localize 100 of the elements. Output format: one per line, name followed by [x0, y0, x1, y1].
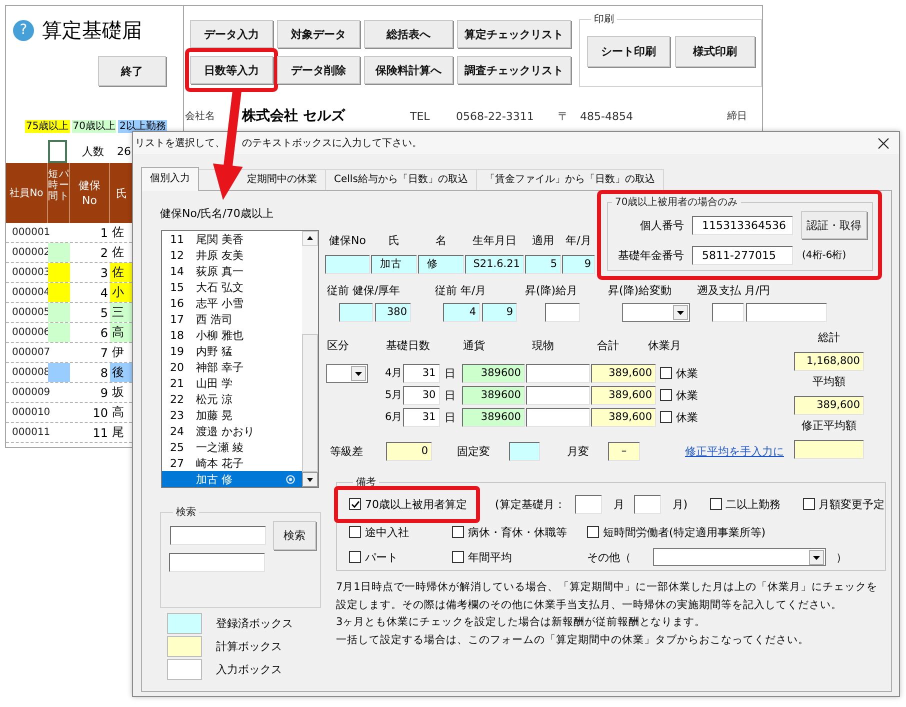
toolbar-button[interactable]: データ削除	[277, 56, 360, 84]
list-item[interactable]: 17 西 浩司	[162, 311, 302, 327]
dropdown[interactable]	[622, 303, 690, 322]
text-field[interactable]	[746, 303, 827, 322]
toolbar-button[interactable]: データ入力	[190, 20, 273, 48]
text-field[interactable]: –	[608, 442, 640, 461]
list-item[interactable]: 18 小柳 雅也	[162, 327, 302, 343]
checkbox[interactable]	[349, 526, 361, 538]
list-item[interactable]: 12 井原 友美	[162, 247, 302, 263]
text-field[interactable]	[634, 494, 662, 514]
text-field[interactable]: 31	[402, 364, 440, 382]
scrollbar-track[interactable]	[302, 231, 318, 487]
list-item[interactable]: 14 荻原 真一	[162, 263, 302, 279]
list-item[interactable]: 24 渡邉 かおり	[162, 423, 302, 439]
text-field[interactable]: S21.6.21	[465, 255, 524, 274]
toolbar-button[interactable]: 日数等入力	[190, 56, 273, 84]
text-field[interactable]	[526, 408, 590, 426]
checkbox[interactable]	[660, 389, 672, 401]
text-field[interactable]: 389600	[462, 364, 525, 382]
print-button[interactable]: 様式印刷	[675, 36, 755, 67]
text-field[interactable]: 4	[443, 303, 480, 322]
exit-button[interactable]: 終了	[98, 56, 166, 86]
text-field[interactable]: 5	[525, 255, 561, 274]
checkbox[interactable]	[802, 498, 815, 510]
text-field[interactable]	[526, 386, 590, 404]
checkbox[interactable]	[660, 367, 672, 379]
toolbar-button[interactable]: 対象データ	[277, 20, 360, 48]
search-field[interactable]	[170, 526, 266, 545]
table-cell-text: 6	[99, 324, 109, 342]
text-field[interactable]	[526, 364, 590, 382]
list-item[interactable]: 15 大石 弘文	[162, 279, 302, 295]
checkbox[interactable]	[710, 498, 722, 510]
checkbox[interactable]	[349, 551, 361, 563]
text-field[interactable]: 389,600	[794, 396, 864, 415]
text-field[interactable]	[339, 303, 373, 322]
toolbar-button[interactable]: 算定チェックリスト	[457, 20, 571, 48]
print-button[interactable]: シート印刷	[587, 36, 670, 67]
checkbox-label: 休業	[676, 366, 698, 380]
toolbar-button[interactable]: 総括表へ	[364, 20, 453, 48]
text-field[interactable]: 修	[418, 255, 464, 274]
text-area[interactable]	[169, 553, 265, 572]
caret-icon[interactable]	[809, 550, 824, 564]
scroll-down-icon[interactable]	[302, 472, 318, 487]
manual-entry-link[interactable]: 修正平均を手入力に	[685, 444, 784, 459]
list-item[interactable]: 11 尾関 美香	[162, 231, 302, 247]
verify-button[interactable]: 認証・取得	[801, 211, 867, 239]
tab[interactable]: 「賃金ファイル」から「日数」の取込	[476, 169, 664, 190]
search-button[interactable]: 検索	[273, 521, 316, 550]
table-cell: 小	[110, 283, 132, 302]
list-item[interactable]: 27 崎本 花子	[162, 455, 302, 471]
text-field[interactable]: 30	[402, 386, 440, 404]
tab[interactable]: 個別入力	[141, 167, 199, 191]
list-item[interactable]: 19 内野 猛	[162, 343, 302, 359]
text-field[interactable]: 115313364536	[692, 216, 793, 234]
text-field[interactable]: 0	[386, 442, 432, 461]
dropdown[interactable]	[653, 548, 826, 566]
text-field[interactable]	[509, 442, 540, 461]
checkbox[interactable]	[452, 526, 464, 538]
list-item[interactable]: 21 山田 学	[162, 375, 302, 391]
checkbox[interactable]	[349, 498, 361, 510]
legend-label: 登録済ボックス	[216, 616, 293, 631]
text-field[interactable]: 9	[562, 255, 595, 274]
text-field[interactable]: 389,600	[591, 408, 656, 426]
checkbox[interactable]	[587, 526, 599, 538]
text-field[interactable]	[794, 440, 864, 459]
list-item[interactable]: 22 松元 涼	[162, 391, 302, 407]
toolbar-button[interactable]: 保険料計算へ	[364, 56, 453, 84]
text-field[interactable]: 1,168,800	[794, 352, 864, 371]
text-field[interactable]: 9	[482, 303, 517, 322]
text-field[interactable]	[575, 494, 602, 514]
text-field[interactable]	[712, 303, 744, 322]
checkbox[interactable]	[452, 551, 464, 563]
list-item[interactable]: 加古 修	[162, 471, 302, 487]
list-item[interactable]: 23 加藤 晃	[162, 407, 302, 423]
toolbar-button[interactable]: 調査チェックリスト	[457, 56, 571, 84]
table-cell-text: 000007	[11, 346, 48, 360]
text-field[interactable]: 389600	[462, 408, 525, 426]
text-field[interactable]: 389,600	[591, 386, 656, 404]
caret-icon[interactable]	[351, 366, 366, 380]
field-label: 基礎年金番号	[617, 248, 684, 262]
text-field[interactable]: 380	[375, 303, 411, 322]
list-item[interactable]: 16 志平 小雪	[162, 295, 302, 311]
text-field[interactable]: 加古	[371, 255, 417, 274]
text-field[interactable]	[545, 303, 580, 322]
list-item[interactable]: 25 一之瀬 綾	[162, 439, 302, 455]
text-field[interactable]	[325, 255, 370, 274]
dropdown[interactable]	[326, 364, 368, 382]
scrollbar-thumb[interactable]	[302, 334, 318, 472]
close-icon[interactable]	[878, 138, 889, 148]
text-field[interactable]: 389,600	[591, 364, 656, 382]
text-field[interactable]: 31	[402, 408, 440, 426]
checkbox[interactable]	[660, 411, 672, 423]
field-label: 個人番号	[639, 218, 684, 232]
text-field[interactable]: 5811-277015	[692, 246, 793, 264]
caret-icon[interactable]	[673, 305, 688, 320]
scroll-up-icon[interactable]	[302, 231, 318, 246]
tab[interactable]: Cells給与から「日数」の取込	[326, 169, 477, 190]
list-item[interactable]: 20 神部 幸子	[162, 359, 302, 375]
employee-listbox[interactable]: 11 尾関 美香 12 井原 友美 14 荻原 真一 15 大石 弘文 16 志平 小雪 17 西 浩司 18 小柳 雅也 19 内野 猛 20 神部 幸子 21 山田 学 22 松元 涼 23 加藤 晃 24 渡邉 かおり 25 一之瀬 綾 27 崎本 花子 加古 修	[161, 230, 319, 488]
text-field[interactable]: 389600	[462, 386, 525, 404]
